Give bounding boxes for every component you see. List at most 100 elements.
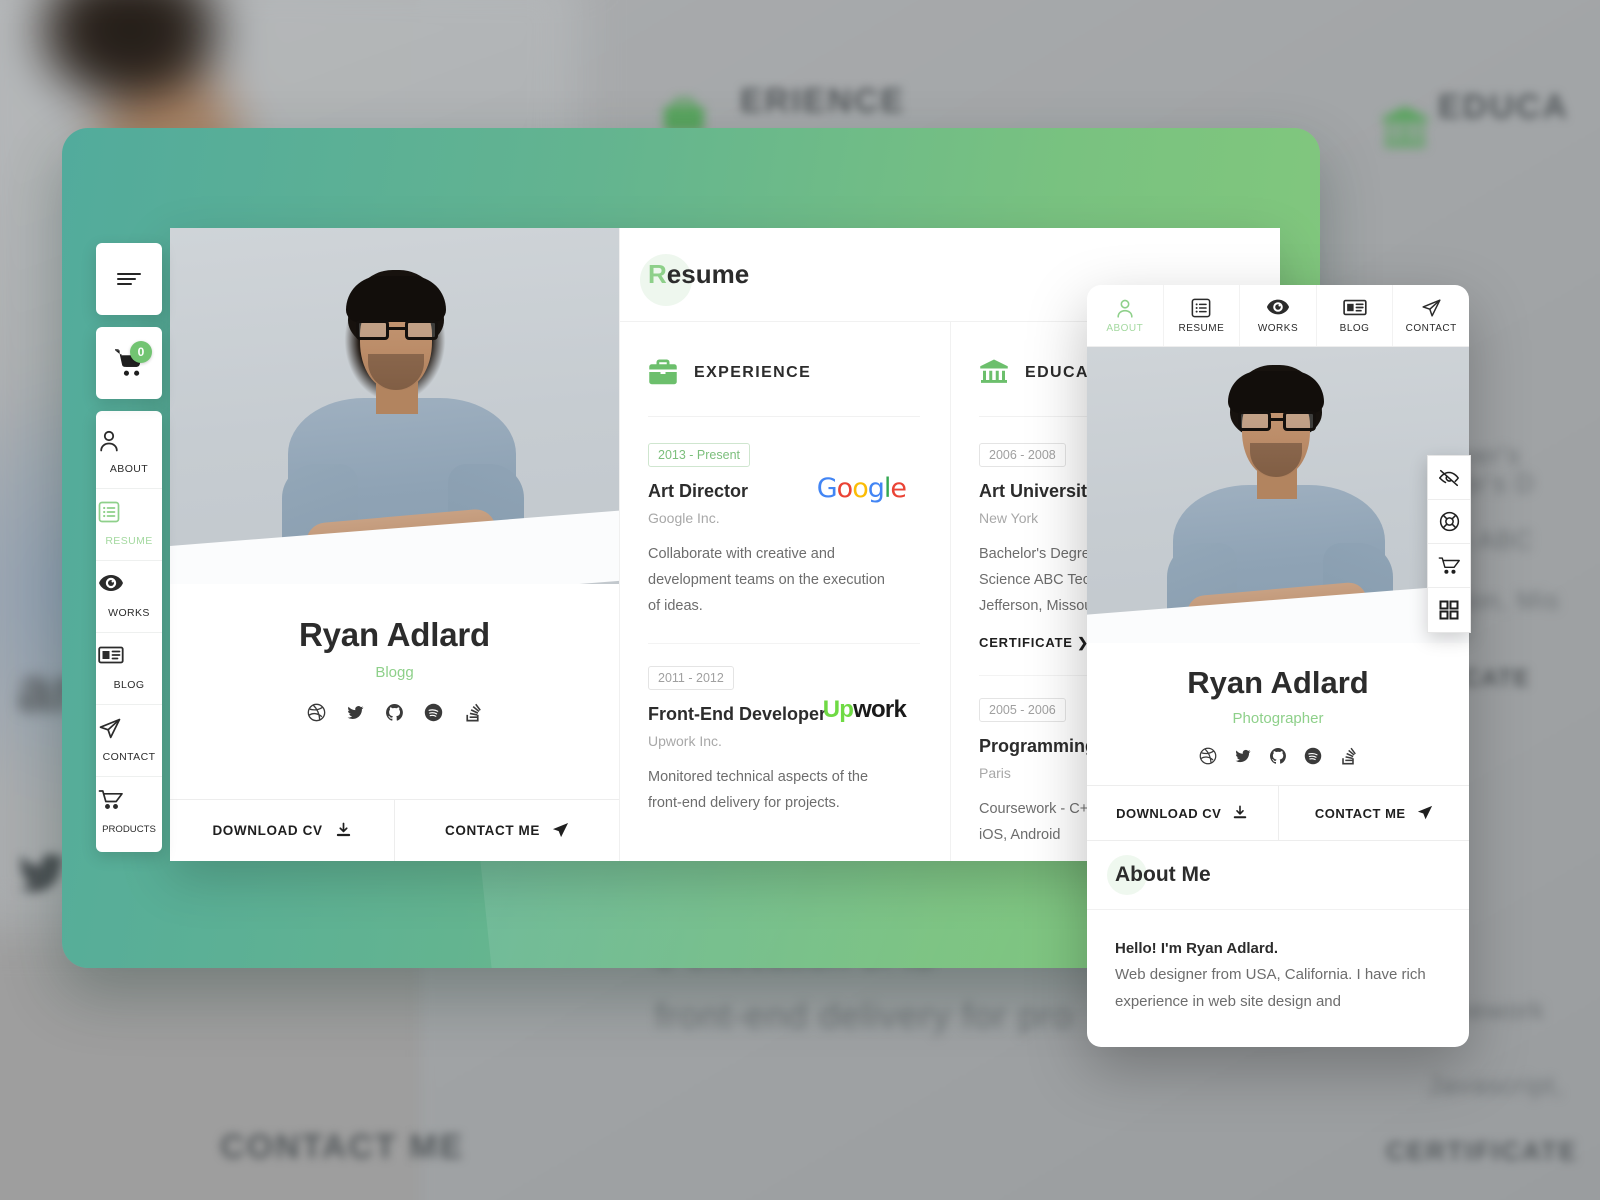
profile-card: Ryan Adlard Blogg DOWNLOAD CV CONTACT ME xyxy=(170,228,620,861)
cart-icon xyxy=(98,789,160,813)
list-icon xyxy=(98,501,160,525)
contact-me-label: CONTACT ME xyxy=(445,823,540,838)
eye-icon xyxy=(98,573,160,597)
mobile-nav-resume[interactable]: RESUME xyxy=(1164,285,1241,346)
mobile-profile-role: Photographer xyxy=(1232,710,1324,727)
mobile-nav-blog[interactable]: BLOG xyxy=(1317,285,1394,346)
user-icon xyxy=(1115,298,1135,318)
mobile-about-text: Hello! I'm Ryan Adlard. Web designer fro… xyxy=(1087,910,1469,1015)
cart-button[interactable]: 0 xyxy=(96,327,162,399)
mobile-nav-works[interactable]: WORKS xyxy=(1240,285,1317,346)
experience-heading: EXPERIENCE xyxy=(648,358,920,417)
upwork-logo: Upwork xyxy=(822,696,907,724)
entry-date: 2005 - 2006 xyxy=(979,698,1066,723)
cart-icon xyxy=(1438,556,1461,576)
spotify-icon[interactable] xyxy=(424,703,443,722)
support-button[interactable] xyxy=(1428,500,1470,544)
sidebar-nav: ABOUT RESUME WORKS BLOG CONTACT PRODUCTS xyxy=(96,411,162,852)
experience-column: EXPERIENCE 2013 - Present Google Art Dir… xyxy=(620,322,950,861)
sidebar-item-products[interactable]: PRODUCTS xyxy=(96,777,162,848)
mobile-contact-me-label: CONTACT ME xyxy=(1314,805,1406,821)
mobile-nav-label: ABOUT xyxy=(1106,322,1144,334)
apps-button[interactable] xyxy=(1428,588,1470,632)
cart-button[interactable] xyxy=(1428,544,1470,588)
profile-name: Ryan Adlard xyxy=(299,616,490,653)
list-icon xyxy=(1191,298,1211,318)
mobile-preview-panel: ABOUT RESUME WORKS BLOG CONTACT Ryan Adl… xyxy=(1087,285,1469,1047)
background-desc-2: front-end delivery for pro xyxy=(655,995,1074,1036)
github-icon[interactable] xyxy=(385,703,404,722)
experience-title: EXPERIENCE xyxy=(694,364,812,381)
cart-badge: 0 xyxy=(130,341,152,363)
github-icon[interactable] xyxy=(1269,747,1287,765)
download-icon xyxy=(335,822,352,839)
profile-social-links xyxy=(170,703,619,722)
screenshot-root: an ERIENCE EDUCA lver's lor's D e ABC so… xyxy=(0,0,1600,1200)
download-cv-button[interactable]: DOWNLOAD CV xyxy=(170,800,394,861)
grid-icon xyxy=(1439,600,1459,620)
mobile-nav-label: BLOG xyxy=(1339,322,1370,334)
mobile-social-links xyxy=(1087,747,1469,765)
sidebar-item-blog[interactable]: BLOG xyxy=(96,633,162,705)
mobile-nav-contact[interactable]: CONTACT xyxy=(1393,285,1469,346)
contact-me-button[interactable]: CONTACT ME xyxy=(394,800,619,861)
news-icon xyxy=(98,645,160,669)
send-icon xyxy=(552,822,569,839)
sidebar-item-label: RESUME xyxy=(105,535,153,547)
stackoverflow-icon[interactable] xyxy=(1339,747,1357,765)
dribbble-icon[interactable] xyxy=(1199,747,1217,765)
twitter-icon[interactable] xyxy=(346,703,365,722)
profile-role: Blogg xyxy=(375,664,414,681)
twitter-icon[interactable] xyxy=(1234,747,1252,765)
lifebuoy-icon xyxy=(1439,511,1460,532)
background-bank-icon xyxy=(1378,102,1432,156)
entry-date: 2013 - Present xyxy=(648,443,750,467)
sidebar-item-label: BLOG xyxy=(113,679,145,691)
entry-description: Monitored technical aspects of the front… xyxy=(648,769,869,812)
sidebar-item-works[interactable]: WORKS xyxy=(96,561,162,633)
mobile-actions: DOWNLOAD CV CONTACT ME xyxy=(1087,785,1469,841)
eye-off-icon xyxy=(1438,468,1460,488)
send-icon xyxy=(1417,805,1433,821)
sidebar-item-resume[interactable]: RESUME xyxy=(96,489,162,561)
background-contact-me: CONTACT ME xyxy=(220,1128,465,1166)
page-title-accent: R xyxy=(648,259,667,289)
bank-icon xyxy=(979,358,1009,388)
left-sidebar: 0 ABOUT RESUME WORKS BLOG CONTACT PRODUC… xyxy=(96,243,162,864)
mobile-nav-label: RESUME xyxy=(1178,322,1225,334)
eye-off-button[interactable] xyxy=(1428,456,1470,500)
stackoverflow-icon[interactable] xyxy=(463,703,482,722)
send-icon xyxy=(98,717,160,741)
sidebar-item-label: ABOUT xyxy=(109,463,149,475)
mobile-contact-me-button[interactable]: CONTACT ME xyxy=(1277,786,1470,840)
floating-tools xyxy=(1427,455,1471,633)
user-icon xyxy=(98,429,160,453)
experience-entry: 2013 - Present Google Art Director Googl… xyxy=(648,443,920,645)
dribbble-icon[interactable] xyxy=(307,703,326,722)
mobile-download-cv-button[interactable]: DOWNLOAD CV xyxy=(1087,786,1278,840)
mobile-nav-label: CONTACT xyxy=(1405,322,1457,334)
mobile-nav: ABOUT RESUME WORKS BLOG CONTACT xyxy=(1087,285,1469,347)
page-title: Resume xyxy=(648,259,749,290)
news-icon xyxy=(1342,298,1367,318)
hamburger-icon xyxy=(115,270,143,288)
eye-icon xyxy=(1266,298,1290,318)
sidebar-item-label: CONTACT xyxy=(102,751,156,763)
spotify-icon[interactable] xyxy=(1304,747,1322,765)
google-logo: Google xyxy=(816,473,907,504)
sidebar-item-about[interactable]: ABOUT xyxy=(96,417,162,489)
profile-actions: DOWNLOAD CV CONTACT ME xyxy=(170,799,619,861)
entry-description: Collaborate with creative and developmen… xyxy=(648,546,885,614)
background-line-7: Javascript, xyxy=(1428,1070,1564,1100)
sidebar-item-label: WORKS xyxy=(108,607,150,619)
entry-date: 2011 - 2012 xyxy=(648,666,734,691)
mobile-about-greeting: Hello! I'm Ryan Adlard. xyxy=(1115,940,1279,957)
sidebar-item-contact[interactable]: CONTACT xyxy=(96,705,162,777)
mobile-about-body: Web designer from USA, California. I hav… xyxy=(1115,966,1426,1010)
mobile-about-header: About Me xyxy=(1087,841,1469,895)
menu-toggle-button[interactable] xyxy=(96,243,162,315)
mobile-profile-name: Ryan Adlard xyxy=(1187,665,1369,700)
send-icon xyxy=(1421,298,1442,318)
mobile-nav-about[interactable]: ABOUT xyxy=(1087,285,1164,346)
background-line-8: CERTIFICATE xyxy=(1386,1136,1578,1166)
